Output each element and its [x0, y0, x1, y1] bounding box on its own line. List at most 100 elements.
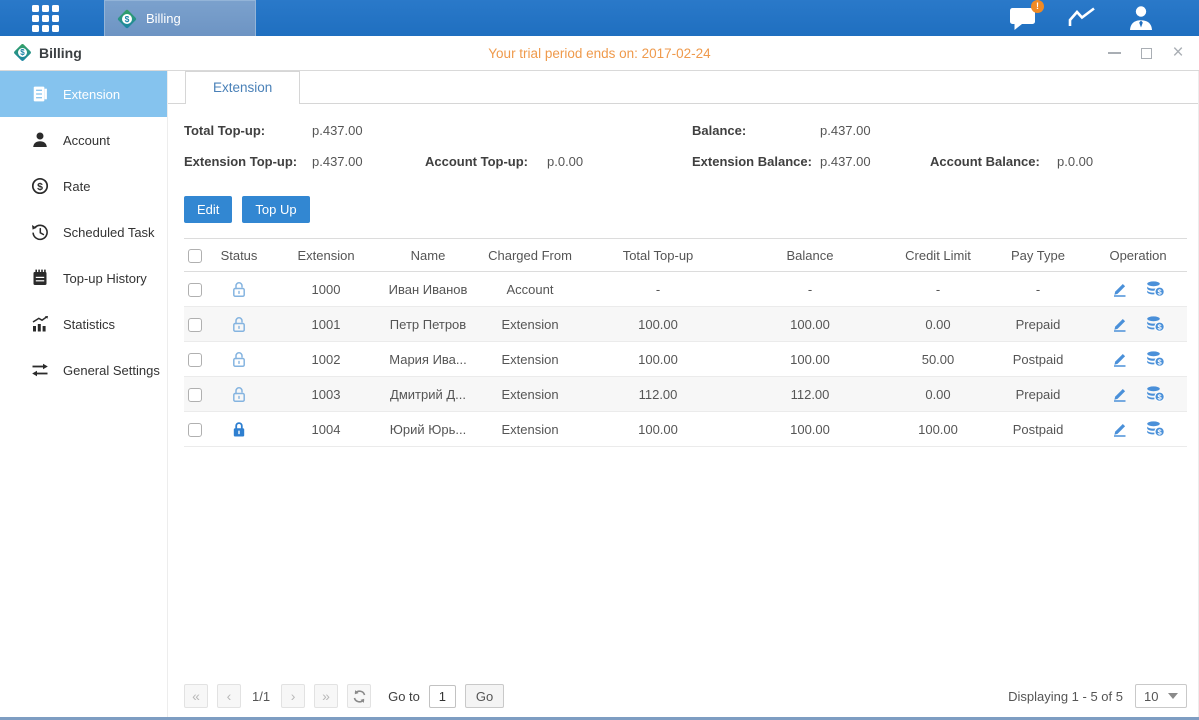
sidebar-item-scheduled-task[interactable]: Scheduled Task — [0, 209, 167, 255]
row-checkbox-cell — [184, 316, 206, 332]
pay-type-cell: Postpaid — [988, 422, 1088, 437]
edit-icon[interactable] — [1111, 352, 1128, 367]
topup-icon[interactable]: $ — [1146, 421, 1165, 437]
rate-icon: $ — [31, 177, 49, 195]
extension-balance-label: Extension Balance: — [692, 154, 812, 169]
topup-icon[interactable]: $ — [1146, 281, 1165, 297]
charged-from-cell: Extension — [476, 422, 584, 437]
select-all-checkbox[interactable] — [188, 249, 202, 263]
balance-cell: - — [732, 282, 888, 297]
table-row: 1001Петр ПетровExtension100.00100.000.00… — [184, 307, 1187, 342]
select-all-cell — [184, 247, 206, 263]
prev-page-button[interactable]: ‹ — [217, 684, 241, 708]
maximize-button[interactable] — [1139, 46, 1153, 60]
window-title: Billing — [39, 45, 82, 61]
go-button[interactable]: Go — [465, 684, 504, 708]
table-row: 1002Мария Ива...Extension100.00100.0050.… — [184, 342, 1187, 377]
sidebar-item-topup-history[interactable]: Top-up History — [0, 255, 167, 301]
status-cell — [206, 385, 272, 402]
sidebar: Extension Account $ Rate Scheduled Task — [0, 71, 168, 717]
credit-limit-cell: 50.00 — [888, 352, 988, 367]
col-extension: Extension — [272, 248, 380, 263]
topup-icon[interactable]: $ — [1146, 386, 1165, 402]
unlock-icon — [231, 385, 247, 400]
close-button[interactable]: × — [1171, 46, 1185, 60]
sidebar-item-label: Extension — [63, 87, 120, 102]
pager-right: Displaying 1 - 5 of 5 10 — [1008, 684, 1187, 708]
topup-history-icon — [31, 269, 49, 287]
topup-icon[interactable]: $ — [1146, 316, 1165, 332]
user-icon[interactable] — [1127, 5, 1155, 31]
svg-text:$: $ — [37, 181, 43, 193]
main-content: Extension Total Top-up: p.437.00 Balance… — [168, 71, 1199, 717]
sidebar-item-rate[interactable]: $ Rate — [0, 163, 167, 209]
action-buttons: Edit Top Up — [184, 196, 1198, 223]
next-page-button[interactable]: › — [281, 684, 305, 708]
messages-icon[interactable]: ! — [1009, 6, 1037, 30]
pay-type-cell: - — [988, 282, 1088, 297]
minimize-button[interactable] — [1107, 46, 1121, 60]
last-page-button[interactable]: » — [314, 684, 338, 708]
operation-cell: $ — [1088, 421, 1188, 437]
goto-page-input[interactable] — [429, 685, 456, 708]
page-size-select[interactable]: 10 — [1135, 684, 1187, 708]
sidebar-item-label: Scheduled Task — [63, 225, 155, 240]
chevron-down-icon — [1168, 693, 1178, 699]
extension-topup-value: p.437.00 — [312, 154, 363, 169]
page-indicator: 1/1 — [252, 689, 270, 704]
sidebar-item-extension[interactable]: Extension — [0, 71, 167, 117]
table-header: Status Extension Name Charged From Total… — [184, 238, 1187, 272]
edit-button[interactable]: Edit — [184, 196, 232, 223]
row-checkbox[interactable] — [188, 423, 202, 437]
credit-limit-cell: - — [888, 282, 988, 297]
col-credit-limit: Credit Limit — [888, 248, 988, 263]
balance-value: p.437.00 — [820, 123, 871, 138]
first-page-button[interactable]: « — [184, 684, 208, 708]
col-name: Name — [380, 248, 476, 263]
apps-grid-icon[interactable] — [32, 4, 60, 32]
row-checkbox-cell — [184, 421, 206, 437]
app-tab-label: Billing — [146, 11, 181, 26]
edit-icon[interactable] — [1111, 422, 1128, 437]
lock-icon — [231, 420, 247, 435]
balance-cell: 112.00 — [732, 387, 888, 402]
sidebar-item-general-settings[interactable]: General Settings — [0, 347, 167, 393]
row-checkbox[interactable] — [188, 353, 202, 367]
topup-icon[interactable]: $ — [1146, 351, 1165, 367]
title-group: $ Billing — [14, 44, 82, 62]
account-balance-label: Account Balance: — [930, 154, 1040, 169]
row-checkbox[interactable] — [188, 388, 202, 402]
edit-icon[interactable] — [1111, 282, 1128, 297]
row-checkbox[interactable] — [188, 318, 202, 332]
tab-extension[interactable]: Extension — [185, 71, 300, 104]
reports-icon[interactable] — [1067, 6, 1097, 30]
col-charged-from: Charged From — [476, 248, 584, 263]
extension-cell: 1003 — [272, 387, 380, 402]
operation-cell: $ — [1088, 386, 1188, 402]
unlock-icon — [231, 315, 247, 330]
extension-icon — [31, 85, 49, 103]
balance-label: Balance: — [692, 123, 746, 138]
row-checkbox[interactable] — [188, 283, 202, 297]
operation-cell: $ — [1088, 316, 1188, 332]
top-up-button[interactable]: Top Up — [242, 196, 309, 223]
billing-window: $ Billing ! $ Billing Your trial period … — [0, 0, 1199, 720]
window-controls: × — [1107, 46, 1185, 60]
edit-icon[interactable] — [1111, 387, 1128, 402]
unlock-icon — [231, 280, 247, 295]
col-status: Status — [206, 248, 272, 263]
extension-table: Status Extension Name Charged From Total… — [184, 238, 1187, 447]
goto-label: Go to — [388, 689, 420, 704]
extension-cell: 1004 — [272, 422, 380, 437]
refresh-button[interactable] — [347, 684, 371, 708]
account-icon — [31, 131, 49, 149]
sidebar-item-account[interactable]: Account — [0, 117, 167, 163]
balance-cell: 100.00 — [732, 422, 888, 437]
billing-app-tab[interactable]: $ Billing — [104, 0, 256, 36]
extension-topup-label: Extension Top-up: — [184, 154, 297, 169]
edit-icon[interactable] — [1111, 317, 1128, 332]
titlebar: $ Billing Your trial period ends on: 201… — [0, 36, 1199, 71]
sidebar-item-statistics[interactable]: Statistics — [0, 301, 167, 347]
col-balance: Balance — [732, 248, 888, 263]
credit-limit-cell: 0.00 — [888, 317, 988, 332]
